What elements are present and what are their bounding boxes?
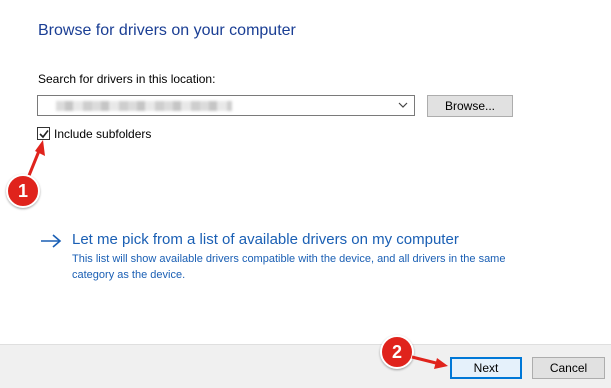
chevron-down-icon[interactable] (398, 99, 408, 111)
search-location-label: Search for drivers in this location: (38, 72, 216, 86)
arrow-right-icon (41, 234, 62, 248)
pick-from-list-description: This list will show available drivers co… (72, 253, 506, 281)
step-1-badge: 1 (6, 174, 40, 208)
pick-from-list-title[interactable]: Let me pick from a list of available dri… (72, 231, 459, 248)
browse-button[interactable]: Browse... (427, 95, 513, 117)
cancel-button[interactable]: Cancel (532, 357, 605, 379)
search-path-value (56, 101, 232, 111)
next-button[interactable]: Next (450, 357, 522, 379)
include-subfolders-label: Include subfolders (54, 127, 152, 141)
search-location-combobox[interactable] (37, 95, 415, 116)
step-2-badge: 2 (380, 335, 414, 369)
dialog-heading: Browse for drivers on your computer (38, 22, 296, 39)
red-arrow-icon (411, 355, 448, 369)
